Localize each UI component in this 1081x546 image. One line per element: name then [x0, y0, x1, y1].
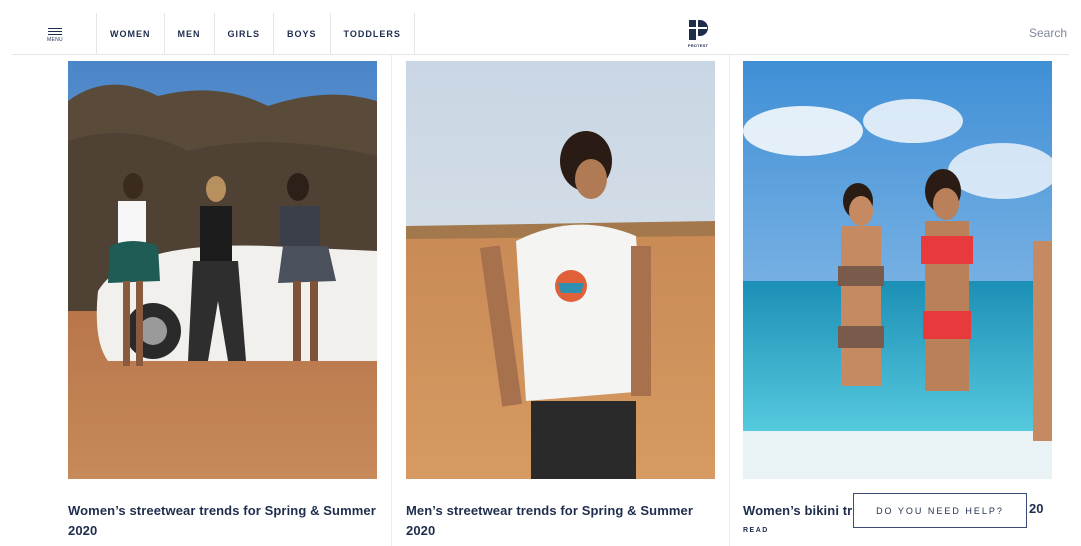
nav-item-toddlers[interactable]: TODDLERS — [331, 13, 414, 54]
site-header: MENU WOMEN MEN GIRLS BOYS TODDLERS PROTE… — [0, 0, 1081, 54]
read-link[interactable]: READ — [743, 527, 1052, 534]
article-card[interactable]: Men’s streetwear trends for Spring & Sum… — [406, 61, 715, 541]
menu-button[interactable]: MENU — [40, 26, 70, 46]
menu-label: MENU — [47, 37, 63, 43]
nav-item-women[interactable]: WOMEN — [97, 13, 165, 54]
article-image[interactable] — [406, 61, 715, 479]
column-divider — [391, 55, 392, 546]
nav-item-boys[interactable]: BOYS — [274, 13, 331, 54]
article-card[interactable]: Women’s bikini tr READ — [743, 61, 1052, 534]
article-image[interactable] — [743, 61, 1052, 479]
logo-text: PROTEST — [687, 43, 709, 48]
nav-item-girls[interactable]: GIRLS — [215, 13, 275, 54]
category-nav: WOMEN MEN GIRLS BOYS TODDLERS — [96, 13, 415, 54]
header-divider — [12, 54, 1069, 55]
help-button[interactable]: DO YOU NEED HELP? — [853, 493, 1027, 528]
article-title[interactable]: Men’s streetwear trends for Spring & Sum… — [406, 501, 715, 541]
hamburger-icon — [48, 28, 62, 35]
article-card[interactable]: Women’s streetwear trends for Spring & S… — [68, 61, 377, 541]
nav-item-men[interactable]: MEN — [165, 13, 215, 54]
logo-icon — [689, 20, 708, 40]
search-link[interactable]: Search — [1029, 26, 1067, 40]
brand-logo[interactable]: PROTEST — [687, 18, 709, 48]
column-divider — [729, 55, 730, 546]
article-image[interactable] — [68, 61, 377, 479]
article-title[interactable]: Women’s streetwear trends for Spring & S… — [68, 501, 377, 541]
article-title-tail: 20 — [1029, 501, 1044, 516]
